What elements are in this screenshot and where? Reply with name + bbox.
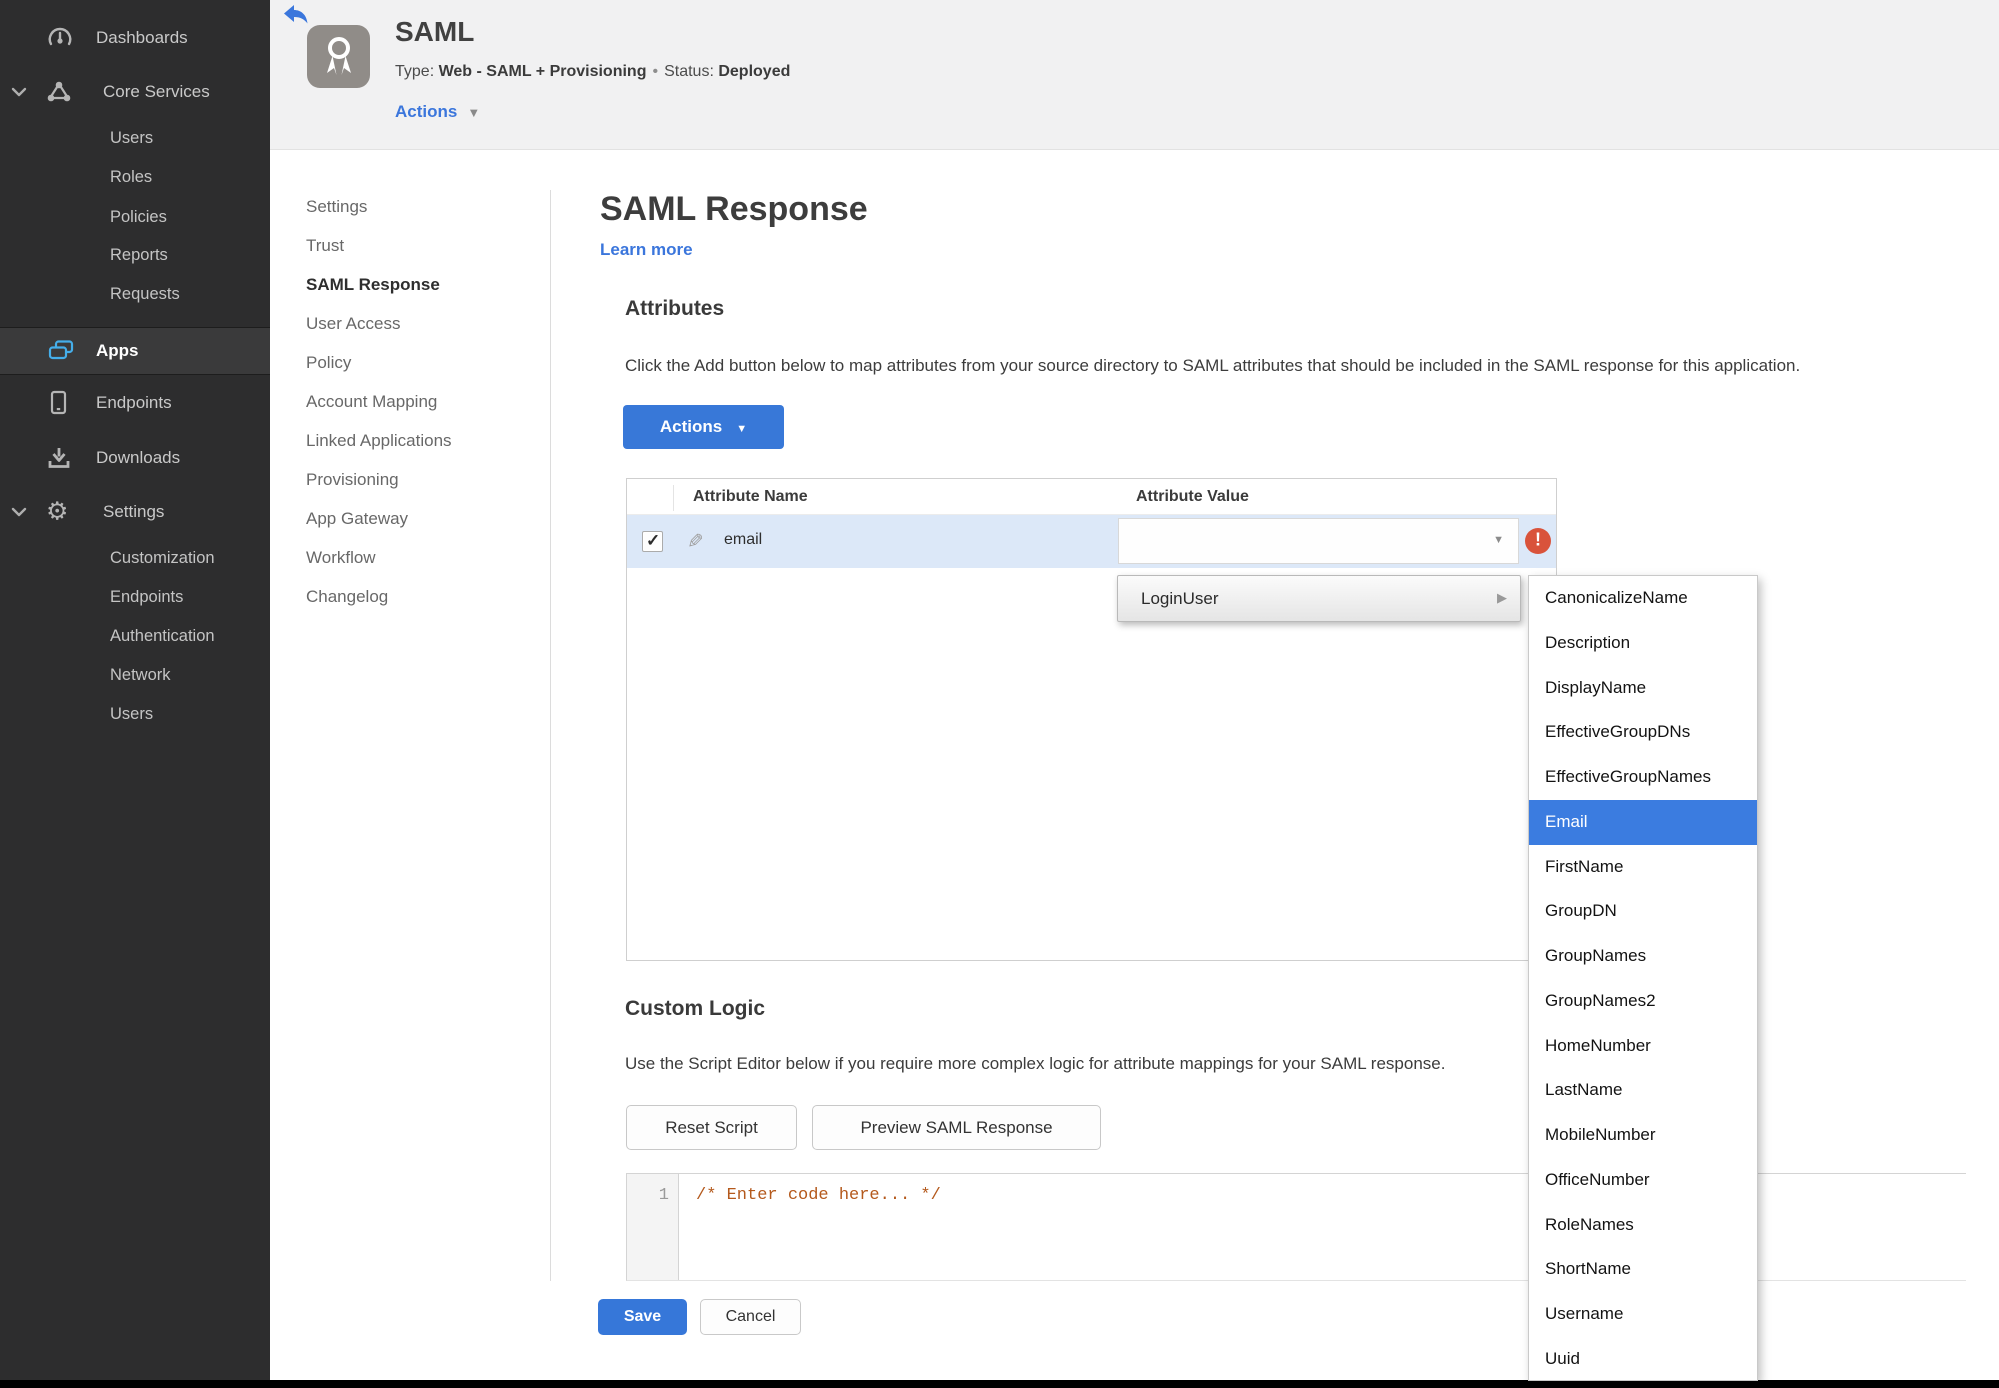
save-button[interactable]: Save [598, 1299, 687, 1335]
menu-option-groupnames2[interactable]: GroupNames2 [1529, 979, 1757, 1024]
subnav-user-access[interactable]: User Access [306, 304, 506, 343]
core-services-icon [46, 80, 72, 104]
menu-option-canonicalizename[interactable]: CanonicalizeName [1529, 576, 1757, 621]
sidebar: Dashboards Core Services Users Roles Pol… [0, 0, 270, 1380]
menu-option-displayname[interactable]: DisplayName [1529, 666, 1757, 711]
sidebar-item-settings[interactable]: Settings [0, 492, 270, 532]
editor-line-number: 1 [627, 1174, 679, 1280]
subnav-linked-applications[interactable]: Linked Applications [306, 421, 506, 460]
menu-option-homenumber[interactable]: HomeNumber [1529, 1024, 1757, 1069]
chevron-down-icon [11, 507, 27, 517]
menu-option-groupnames[interactable]: GroupNames [1529, 934, 1757, 979]
header-actions-menu[interactable]: Actions [395, 102, 480, 122]
download-icon [46, 445, 72, 471]
learn-more-link[interactable]: Learn more [600, 240, 693, 260]
status-badge: Deployed [718, 63, 791, 80]
menu-option-description[interactable]: Description [1529, 621, 1757, 666]
attribute-value-dropdown[interactable] [1118, 518, 1519, 564]
menu-option-groupdn[interactable]: GroupDN [1529, 889, 1757, 934]
phone-icon [46, 389, 70, 417]
sidebar-item-users[interactable]: Users [0, 118, 270, 158]
menu-option-firstname[interactable]: FirstName [1529, 845, 1757, 890]
sidebar-item-endpoints[interactable]: Endpoints [0, 383, 270, 423]
gear-icon [46, 500, 68, 525]
subnav-settings[interactable]: Settings [306, 187, 506, 226]
app-title: SAML [395, 16, 475, 47]
sidebar-item-policies[interactable]: Policies [0, 197, 270, 237]
app-header: SAML Type: Web - SAML + Provisioning • Sta… [270, 0, 1999, 150]
gauge-icon [46, 25, 74, 51]
row-checkbox[interactable] [642, 531, 663, 552]
chevron-down-icon [11, 87, 27, 97]
error-icon [1525, 528, 1551, 554]
subnav-workflow[interactable]: Workflow [306, 538, 506, 577]
script-editor: 1 /* Enter code here... */ [626, 1173, 1966, 1281]
sidebar-item-apps[interactable]: Apps [0, 327, 270, 375]
pencil-icon[interactable] [687, 529, 704, 554]
column-attribute-value: Attribute Value [1136, 488, 1249, 505]
menu-option-effectivegroupnames[interactable]: EffectiveGroupNames [1529, 755, 1757, 800]
menu-option-rolenames[interactable]: RoleNames [1529, 1203, 1757, 1248]
sidebar-item-customization[interactable]: Customization [0, 538, 270, 578]
subnav-changelog[interactable]: Changelog [306, 577, 506, 616]
value-options-menu: CanonicalizeName Description DisplayName… [1528, 575, 1758, 1381]
sidebar-item-requests[interactable]: Requests [0, 274, 270, 314]
menu-option-effectivegroupdns[interactable]: EffectiveGroupDNs [1529, 710, 1757, 755]
menu-option-lastname[interactable]: LastName [1529, 1068, 1757, 1113]
sidebar-item-users-settings[interactable]: Users [0, 694, 270, 734]
reset-script-button[interactable]: Reset Script [626, 1105, 797, 1150]
menu-option-username[interactable]: Username [1529, 1292, 1757, 1337]
custom-logic-description: Use the Script Editor below if you requi… [625, 1054, 1446, 1073]
sidebar-item-roles[interactable]: Roles [0, 157, 270, 197]
editor-code-area[interactable]: /* Enter code here... */ [679, 1174, 1966, 1280]
column-separator [673, 485, 674, 511]
sidebar-item-core-services[interactable]: Core Services [0, 72, 270, 112]
menu-option-shortname[interactable]: ShortName [1529, 1247, 1757, 1292]
subnav-trust[interactable]: Trust [306, 226, 506, 265]
award-ribbon-icon [307, 25, 370, 88]
saml-app-page: Dashboards Core Services Users Roles Pol… [0, 0, 1999, 1388]
sidebar-item-endpoints-settings[interactable]: Endpoints [0, 577, 270, 617]
table-header: Attribute Name Attribute Value [627, 479, 1556, 515]
menu-option-email[interactable]: Email [1529, 799, 1757, 845]
sidebar-item-authentication[interactable]: Authentication [0, 616, 270, 656]
attributes-table: Attribute Name Attribute Value email [626, 478, 1557, 961]
subnav-account-mapping[interactable]: Account Mapping [306, 382, 506, 421]
subnav-policy[interactable]: Policy [306, 343, 506, 382]
value-menu-loginuser[interactable]: LoginUser [1117, 575, 1521, 622]
custom-logic-heading: Custom Logic [625, 997, 765, 1020]
cancel-button[interactable]: Cancel [700, 1299, 801, 1335]
table-row[interactable]: email [627, 515, 1556, 568]
menu-option-mobilenumber[interactable]: MobileNumber [1529, 1113, 1757, 1158]
menu-option-uuid[interactable]: Uuid [1529, 1337, 1757, 1382]
column-attribute-name: Attribute Name [693, 488, 808, 505]
attributes-description: Click the Add button below to map attrib… [625, 356, 1801, 375]
subnav-provisioning[interactable]: Provisioning [306, 460, 506, 499]
sidebar-item-downloads[interactable]: Downloads [0, 438, 270, 478]
status-label: Status: [664, 63, 714, 80]
sidebar-item-dashboards[interactable]: Dashboards [0, 18, 270, 58]
attributes-heading: Attributes [625, 297, 725, 320]
apps-icon [46, 338, 76, 364]
app-subnav: Settings Trust SAML Response User Access… [306, 187, 506, 616]
page-title: SAML Response [600, 190, 868, 228]
type-label: Type: [395, 63, 435, 80]
attributes-actions-button[interactable]: Actions [623, 405, 784, 449]
menu-option-officenumber[interactable]: OfficeNumber [1529, 1158, 1757, 1203]
type-value: Web - SAML + Provisioning [438, 63, 647, 80]
subnav-app-gateway[interactable]: App Gateway [306, 499, 506, 538]
attribute-name-cell: email [724, 531, 763, 548]
app-meta: Type: Web - SAML + Provisioning • Status: … [395, 63, 791, 80]
preview-saml-response-button[interactable]: Preview SAML Response [812, 1105, 1101, 1150]
sidebar-item-reports[interactable]: Reports [0, 235, 270, 275]
subnav-saml-response[interactable]: SAML Response [306, 265, 506, 304]
sidebar-item-network[interactable]: Network [0, 655, 270, 695]
content-divider [550, 190, 551, 1281]
back-arrow-icon[interactable] [283, 4, 309, 26]
